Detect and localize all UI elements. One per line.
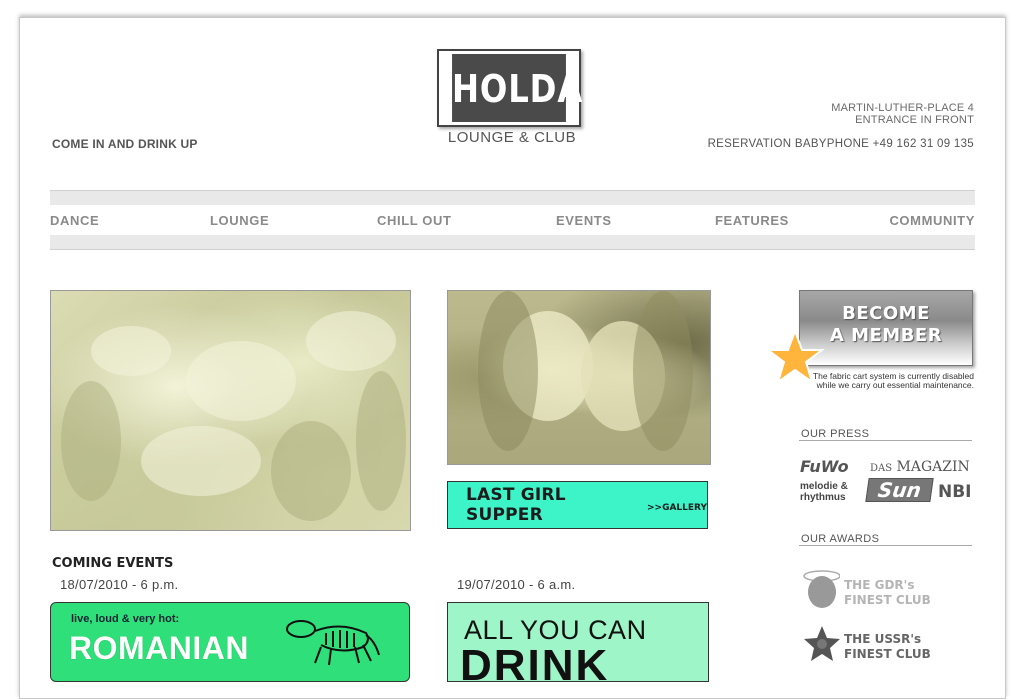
- site-logo[interactable]: HOLDA LOUNGE & CLUB: [437, 49, 587, 146]
- award-ussr-line2: FINEST CLUB: [844, 647, 931, 661]
- award-gdr-finest-club: THE GDR's FINEST CLUB: [800, 568, 975, 612]
- logo-box: HOLDA: [437, 49, 582, 127]
- das-label: DAS: [870, 463, 893, 474]
- last-girl-supper-gallery-button[interactable]: LAST GIRL SUPPER >>GALLERY: [447, 481, 708, 529]
- nav-stripe-top: [50, 190, 975, 205]
- press-logo-fuwo: FuWo: [800, 457, 849, 476]
- award-gdr-line1: THE GDR's: [844, 578, 915, 592]
- melodie-line2: rhythmus: [800, 492, 846, 503]
- tagline: COME IN AND DRINK UP: [52, 137, 198, 151]
- press-logo-nbi: NBI: [938, 482, 972, 502]
- gallery-button-label: LAST GIRL SUPPER: [466, 485, 566, 525]
- member-button-line2: A MEMBER: [829, 325, 943, 346]
- main-nav: DANCE LOUNGE CHILL OUT EVENTS FEATURES C…: [50, 190, 975, 250]
- event-banner-romanian[interactable]: live, loud & very hot: ROMANIAN: [50, 602, 410, 682]
- event-date-1: 18/07/2010 - 6 p.m.: [60, 577, 179, 592]
- logo-subtitle: LOUNGE & CLUB: [447, 129, 577, 146]
- crowd-photo-texture: [61, 311, 406, 521]
- press-logo-melodie-rhythmus: melodie & rhythmus: [800, 481, 848, 503]
- halo-icon: [803, 570, 840, 608]
- skeleton-rat-icon: [286, 620, 380, 666]
- nav-item-chill-out[interactable]: CHILL OUT: [377, 213, 452, 228]
- girls-photo: [447, 290, 711, 465]
- event-date-2: 19/07/2010 - 6 a.m.: [457, 577, 576, 592]
- award-ussr-line1: THE USSR's: [844, 632, 922, 646]
- reservation-phone: RESERVATION BABYPHONE +49 162 31 09 135: [707, 138, 974, 150]
- nav-stripe-bottom: [50, 235, 975, 250]
- press-logo-das-magazin: DAS MAGAZIN: [870, 459, 970, 475]
- our-press-heading: OUR PRESS: [799, 428, 972, 441]
- address-line-1: MARTIN-LUTHER-PLACE 4: [831, 102, 974, 114]
- nav-item-lounge[interactable]: LOUNGE: [210, 213, 269, 228]
- girls-photo-texture: [478, 291, 693, 451]
- coming-events-heading: COMING EVENTS: [52, 556, 174, 571]
- nav-items: DANCE LOUNGE CHILL OUT EVENTS FEATURES C…: [50, 213, 975, 229]
- magazin-label: MAGAZIN: [896, 459, 970, 475]
- press-logo-the-sun: Sun: [865, 478, 934, 502]
- gallery-button-sublabel: >>GALLERY: [646, 502, 707, 513]
- nav-item-events[interactable]: EVENTS: [556, 213, 612, 228]
- award-text-gdr: THE GDR's FINEST CLUB: [844, 578, 931, 608]
- nav-item-features[interactable]: FEATURES: [715, 213, 789, 228]
- nav-item-community[interactable]: COMMUNITY: [889, 213, 975, 228]
- award-gdr-line2: FINEST CLUB: [844, 593, 931, 607]
- event-kicker: live, loud & very hot:: [71, 613, 180, 625]
- award-ussr-finest-club: THE USSR's FINEST CLUB: [800, 622, 975, 666]
- become-member-button[interactable]: BECOME A MEMBER: [799, 290, 973, 366]
- logo-name: HOLDA: [452, 54, 582, 122]
- nav-item-dance[interactable]: DANCE: [50, 213, 99, 228]
- our-awards-heading: OUR AWARDS: [799, 533, 972, 546]
- event-title: ROMANIAN: [69, 630, 249, 666]
- member-button-line1: BECOME: [842, 303, 930, 324]
- address: MARTIN-LUTHER-PLACE 4 ENTRANCE IN FRONT: [831, 102, 974, 126]
- maintenance-notice: The fabric cart system is currently disa…: [812, 371, 974, 390]
- club-crowd-photo: [50, 290, 411, 531]
- event-headline-line2: DRINK: [460, 641, 610, 682]
- award-text-ussr: THE USSR's FINEST CLUB: [844, 632, 931, 662]
- star-badge-icon: [804, 626, 840, 661]
- melodie-line1: melodie &: [800, 481, 848, 492]
- address-line-2: ENTRANCE IN FRONT: [855, 114, 974, 126]
- event-banner-all-you-can-drink[interactable]: ALL YOU CAN DRINK: [447, 602, 709, 682]
